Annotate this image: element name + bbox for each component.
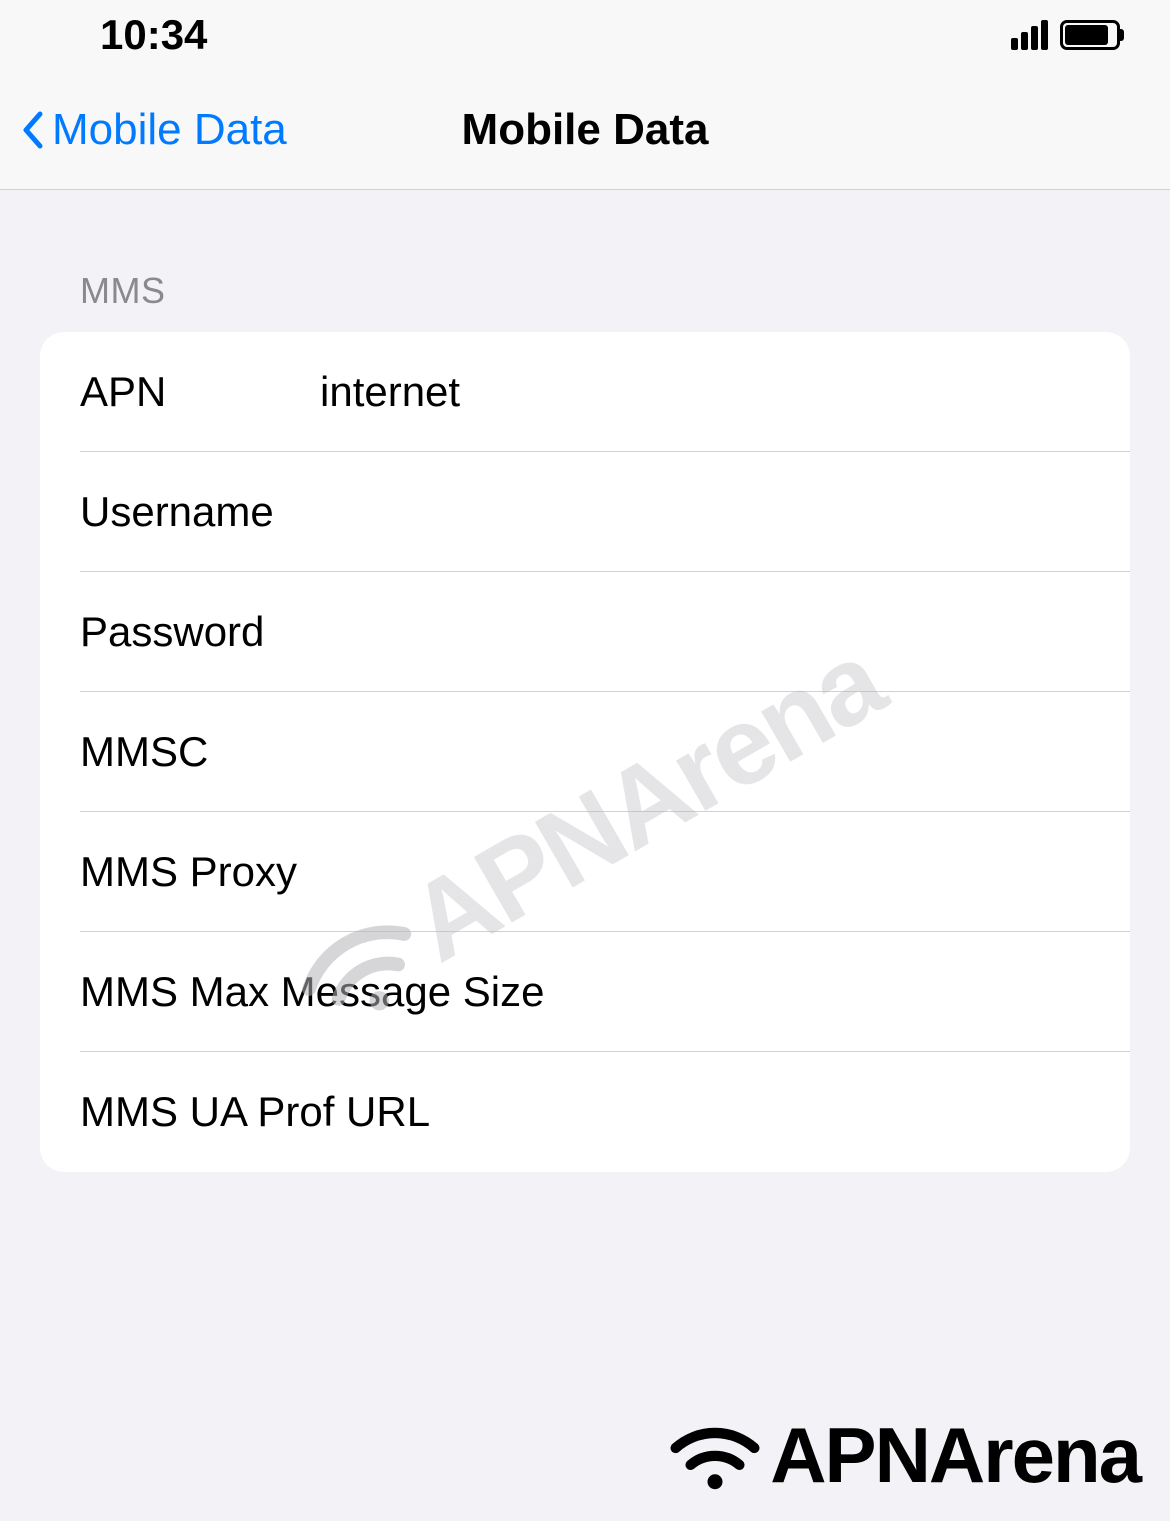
label-mmsc: MMSC	[80, 728, 320, 776]
cellular-signal-icon	[1011, 20, 1048, 50]
back-label: Mobile Data	[52, 105, 287, 155]
status-indicators	[1011, 20, 1120, 50]
status-time: 10:34	[100, 11, 207, 59]
footer-text: APNArena	[770, 1410, 1140, 1501]
row-password[interactable]: Password	[40, 572, 1130, 692]
row-mms-ua-prof[interactable]: MMS UA Prof URL	[40, 1052, 1130, 1172]
navigation-bar: Mobile Data Mobile Data	[0, 70, 1170, 190]
settings-group-mms: APN Username Password MMSC MMS Proxy MMS…	[40, 332, 1130, 1172]
battery-icon	[1060, 20, 1120, 50]
label-mms-ua-prof: MMS UA Prof URL	[80, 1088, 430, 1136]
label-mms-proxy: MMS Proxy	[80, 848, 297, 896]
row-mms-max-size[interactable]: MMS Max Message Size	[40, 932, 1130, 1052]
back-button[interactable]: Mobile Data	[0, 105, 287, 155]
content-area: MMS APN Username Password MMSC MMS Proxy…	[0, 190, 1170, 1172]
row-apn[interactable]: APN	[40, 332, 1130, 452]
wifi-icon	[665, 1418, 765, 1493]
footer-logo: APNArena	[665, 1410, 1140, 1501]
label-mms-max-size: MMS Max Message Size	[80, 968, 544, 1016]
page-title: Mobile Data	[462, 105, 709, 155]
input-mmsc[interactable]	[320, 728, 1090, 776]
input-apn[interactable]	[320, 368, 1090, 416]
chevron-back-icon	[20, 110, 44, 150]
row-username[interactable]: Username	[40, 452, 1130, 572]
input-mms-proxy[interactable]	[297, 848, 1090, 896]
input-password[interactable]	[320, 608, 1090, 656]
label-apn: APN	[80, 368, 320, 416]
status-bar: 10:34	[0, 0, 1170, 70]
label-username: Username	[80, 488, 320, 536]
input-mms-ua-prof[interactable]	[430, 1088, 1090, 1136]
row-mms-proxy[interactable]: MMS Proxy	[40, 812, 1130, 932]
label-password: Password	[80, 608, 320, 656]
row-mmsc[interactable]: MMSC	[40, 692, 1130, 812]
input-mms-max-size[interactable]	[544, 968, 1090, 1016]
input-username[interactable]	[320, 488, 1090, 536]
section-header-mms: MMS	[40, 190, 1130, 332]
